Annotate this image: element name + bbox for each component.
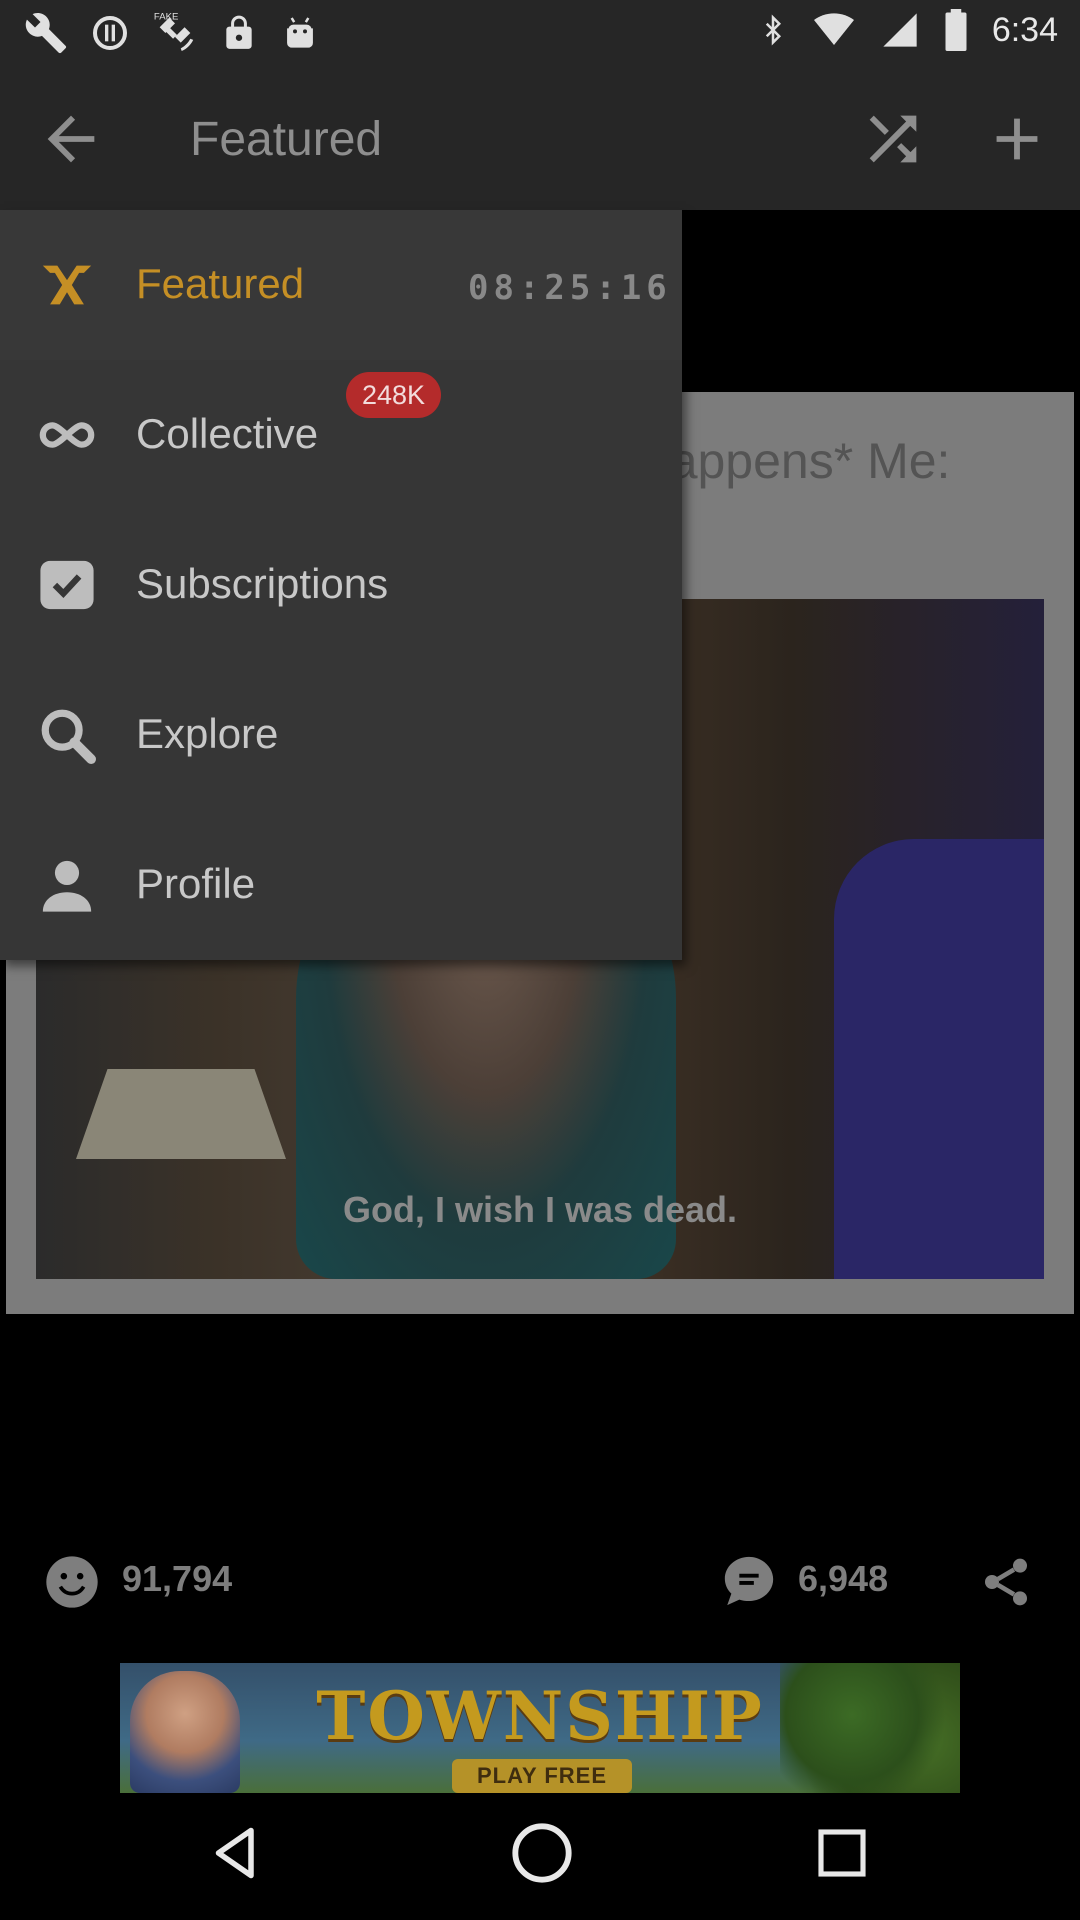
menu-item-subscriptions[interactable]: Subscriptions	[0, 510, 682, 660]
signal-icon	[883, 13, 917, 47]
status-time: 6:34	[991, 10, 1058, 49]
comments-count: 6,948	[798, 1558, 889, 1599]
wrench-icon	[25, 13, 67, 54]
arrow-back-icon[interactable]	[36, 104, 106, 174]
ad-trees	[780, 1663, 960, 1793]
drawer-menu: Featured 08:25:16 Collective 248K Subscr…	[0, 210, 682, 960]
status-bar: FAKE 6:34	[0, 0, 1080, 64]
menu-item-explore[interactable]: Explore	[0, 660, 682, 810]
post-action-bar: 91,794 6,948	[0, 1540, 1080, 1618]
infinity-icon	[39, 422, 95, 448]
system-nav-bar	[0, 1793, 1080, 1920]
person-icon	[42, 860, 92, 912]
search-icon	[41, 709, 96, 764]
ad-banner[interactable]: TOWNSHIP PLAY FREE	[120, 1663, 960, 1793]
menu-item-featured[interactable]: Featured 08:25:16	[0, 210, 682, 360]
fake-gps-icon: FAKE	[154, 12, 194, 52]
wifi-icon	[813, 13, 854, 46]
featured-logo-icon	[42, 265, 92, 305]
likes-count: 91,794	[122, 1558, 233, 1599]
image-lamp	[76, 1069, 286, 1159]
ad-title: TOWNSHIP	[316, 1677, 764, 1755]
menu-label: Featured	[136, 260, 305, 307]
menu-item-profile[interactable]: Profile	[0, 810, 682, 960]
menu-label: Profile	[136, 860, 256, 907]
image-subtitle: God, I wish I was dead.	[342, 1189, 738, 1230]
ad-character	[130, 1671, 240, 1793]
featured-timer: 08:25:16	[468, 268, 672, 308]
plus-icon[interactable]	[982, 104, 1052, 174]
comment-icon[interactable]	[720, 1552, 778, 1610]
nav-recents-icon[interactable]	[814, 1825, 870, 1881]
shuffle-icon[interactable]	[858, 104, 928, 174]
smile-icon[interactable]	[44, 1554, 100, 1610]
nav-back-icon[interactable]	[206, 1823, 266, 1883]
menu-label: Collective	[136, 410, 319, 457]
collective-count-badge: 248K	[346, 372, 442, 418]
bluetooth-icon	[765, 14, 781, 46]
share-icon[interactable]	[978, 1552, 1034, 1612]
lock-icon	[226, 15, 252, 49]
nav-home-icon[interactable]	[510, 1821, 574, 1885]
menu-label: Subscriptions	[136, 560, 389, 607]
page-title: Featured	[190, 113, 383, 166]
app-bar: Featured	[0, 64, 1080, 210]
battery-icon	[945, 9, 967, 51]
checkbox-icon	[40, 560, 94, 610]
svg-text:FAKE: FAKE	[154, 12, 179, 23]
menu-label: Explore	[136, 710, 279, 757]
ad-play-button[interactable]: PLAY FREE	[452, 1759, 632, 1793]
menu-item-collective[interactable]: Collective 248K	[0, 360, 682, 510]
android-icon	[287, 17, 313, 48]
data-saver-icon	[93, 16, 127, 50]
